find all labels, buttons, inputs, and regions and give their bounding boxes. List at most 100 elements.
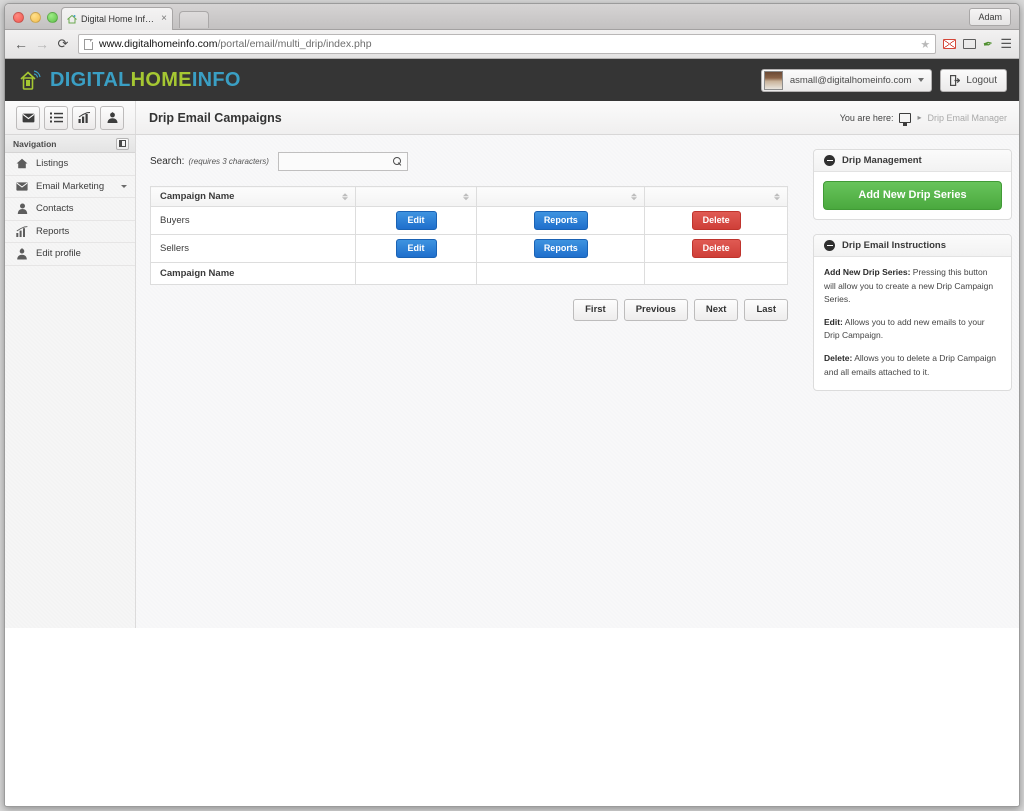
first-page-button[interactable]: First <box>573 299 618 321</box>
browser-tab[interactable]: Digital Home Info Email × <box>61 7 173 30</box>
breadcrumb-separator: ▸ <box>917 113 922 122</box>
house-logo-icon <box>19 68 41 92</box>
close-window-button[interactable] <box>13 12 24 23</box>
drip-management-title: Drip Management <box>842 155 922 166</box>
edit-button[interactable]: Edit <box>395 211 437 230</box>
url-path: /portal/email/multi_drip/index.php <box>217 38 372 50</box>
browser-profile-button[interactable]: Adam <box>969 8 1011 26</box>
browser-extension-icons: ✒ ☰ <box>943 36 1012 52</box>
cell-reports: Reports <box>476 234 646 263</box>
profile-upload-icon <box>16 247 28 260</box>
brand-part-3: INFO <box>191 68 241 91</box>
cast-icon[interactable] <box>963 39 977 49</box>
footer-cell-3 <box>476 262 646 285</box>
sort-arrows-icon <box>631 192 638 201</box>
email-icon-button[interactable] <box>16 105 40 130</box>
app-subbar: Drip Email Campaigns You are here: ▸ Dri… <box>5 101 1019 135</box>
search-icon[interactable] <box>392 156 402 166</box>
add-new-drip-series-button[interactable]: Add New Drip Series <box>823 181 1002 210</box>
pen-icon[interactable]: ✒ <box>982 36 994 52</box>
cell-reports: Reports <box>476 206 646 235</box>
collapse-minus-icon[interactable] <box>824 240 835 251</box>
reports-button[interactable]: Reports <box>533 211 588 230</box>
account-menu-button[interactable]: asmall@digitalhomeinfo.com <box>760 68 933 92</box>
monitor-icon[interactable] <box>899 112 912 126</box>
bookmark-star-icon[interactable]: ★ <box>920 38 930 51</box>
previous-page-button[interactable]: Previous <box>623 299 688 321</box>
brand-part-1: DIGITAL <box>50 68 131 91</box>
breadcrumb-label: You are here: <box>839 112 894 123</box>
window-controls <box>13 12 58 23</box>
hamburger-menu-icon[interactable]: ☰ <box>1000 36 1012 52</box>
table-head: Campaign Name <box>150 186 788 207</box>
cell-campaign-name: Sellers <box>150 234 356 263</box>
column-header-edit[interactable] <box>354 186 478 207</box>
logout-button[interactable]: Logout <box>940 68 1007 92</box>
delete-button[interactable]: Delete <box>691 239 741 258</box>
column-header-delete[interactable] <box>644 186 788 207</box>
breadcrumb-current: Drip Email Manager <box>927 112 1007 123</box>
page-title: Drip Email Campaigns <box>149 110 282 125</box>
back-button[interactable]: ← <box>12 35 30 53</box>
profile-upload-icon-button[interactable] <box>100 105 124 130</box>
header-account-area: asmall@digitalhomeinfo.com Logout <box>760 68 1007 92</box>
content-column: Search: (requires 3 characters) Campaign… <box>150 149 795 628</box>
collapse-panel-icon[interactable] <box>116 137 129 150</box>
sidebar-item-listings[interactable]: Listings <box>5 153 135 176</box>
table-row: Buyers Edit Reports Delete <box>150 206 788 235</box>
list-icon-button[interactable] <box>44 105 68 130</box>
reports-button[interactable]: Reports <box>533 239 588 258</box>
account-email: asmall@digitalhomeinfo.com <box>789 74 912 86</box>
chart-icon-button[interactable] <box>72 105 96 130</box>
brand-logo-group[interactable]: DIGITALHOMEINFO <box>19 68 241 92</box>
search-input[interactable] <box>277 151 408 171</box>
sidebar-header: Navigation <box>5 135 135 153</box>
url-domain: www.digitalhomeinfo.com <box>99 38 218 50</box>
breadcrumb: You are here: ▸ Drip Email Manager <box>839 112 1007 126</box>
search-row: Search: (requires 3 characters) <box>150 149 795 173</box>
delete-button[interactable]: Delete <box>691 211 741 230</box>
sidebar-item-label: Contacts <box>36 203 74 215</box>
next-page-button[interactable]: Next <box>693 299 739 321</box>
address-bar[interactable]: www.digitalhomeinfo.com /portal/email/mu… <box>78 34 937 54</box>
column-header-campaign-name[interactable]: Campaign Name <box>150 186 356 207</box>
page-filler <box>5 628 1019 805</box>
table-footer-row: Campaign Name <box>150 262 788 285</box>
drip-instructions-body: Add New Drip Series: Pressing this butto… <box>814 257 1011 390</box>
minimize-window-button[interactable] <box>30 12 41 23</box>
instruction-item: Edit: Allows you to add new emails to yo… <box>824 316 1001 343</box>
edit-button[interactable]: Edit <box>395 239 437 258</box>
app-body: Navigation Listings Email Marketing Cont… <box>5 135 1019 628</box>
table-header-row: Campaign Name <box>150 186 788 207</box>
collapse-minus-icon[interactable] <box>824 155 835 166</box>
instruction-term: Delete: <box>824 352 853 363</box>
house-favicon <box>66 14 78 24</box>
sidebar-item-reports[interactable]: Reports <box>5 221 135 243</box>
gmail-icon[interactable] <box>943 39 957 49</box>
sidebar-item-edit-profile[interactable]: Edit profile <box>5 243 135 266</box>
instruction-term: Edit: <box>824 316 843 327</box>
drip-instructions-panel-header: Drip Email Instructions <box>814 235 1011 257</box>
sidebar-item-contacts[interactable]: Contacts <box>5 198 135 221</box>
cell-campaign-name: Buyers <box>150 206 356 235</box>
forward-button[interactable]: → <box>33 35 51 53</box>
footer-cell-4 <box>644 262 788 285</box>
drip-instructions-panel: Drip Email Instructions Add New Drip Ser… <box>813 234 1012 392</box>
instruction-item: Add New Drip Series: Pressing this butto… <box>824 266 1001 307</box>
drip-management-panel-body: Add New Drip Series <box>814 172 1011 219</box>
person-icon <box>16 203 28 215</box>
logout-icon <box>950 74 961 86</box>
close-tab-button[interactable]: × <box>161 14 167 24</box>
last-page-button[interactable]: Last <box>744 299 788 321</box>
browser-window: Digital Home Info Email × Adam ← → ⟳ www… <box>4 3 1020 807</box>
pagination-controls: First Previous Next Last <box>150 299 788 321</box>
page-title-row: Drip Email Campaigns You are here: ▸ Dri… <box>136 101 1019 134</box>
sidebar-header-label: Navigation <box>13 138 57 149</box>
maximize-window-button[interactable] <box>47 12 58 23</box>
sidebar-item-email-marketing[interactable]: Email Marketing <box>5 176 135 198</box>
reload-button[interactable]: ⟳ <box>54 35 72 53</box>
column-header-reports[interactable] <box>476 186 646 207</box>
chevron-down-icon[interactable] <box>121 184 127 188</box>
main-content: Search: (requires 3 characters) Campaign… <box>136 135 1019 628</box>
new-tab-button[interactable] <box>179 11 209 28</box>
